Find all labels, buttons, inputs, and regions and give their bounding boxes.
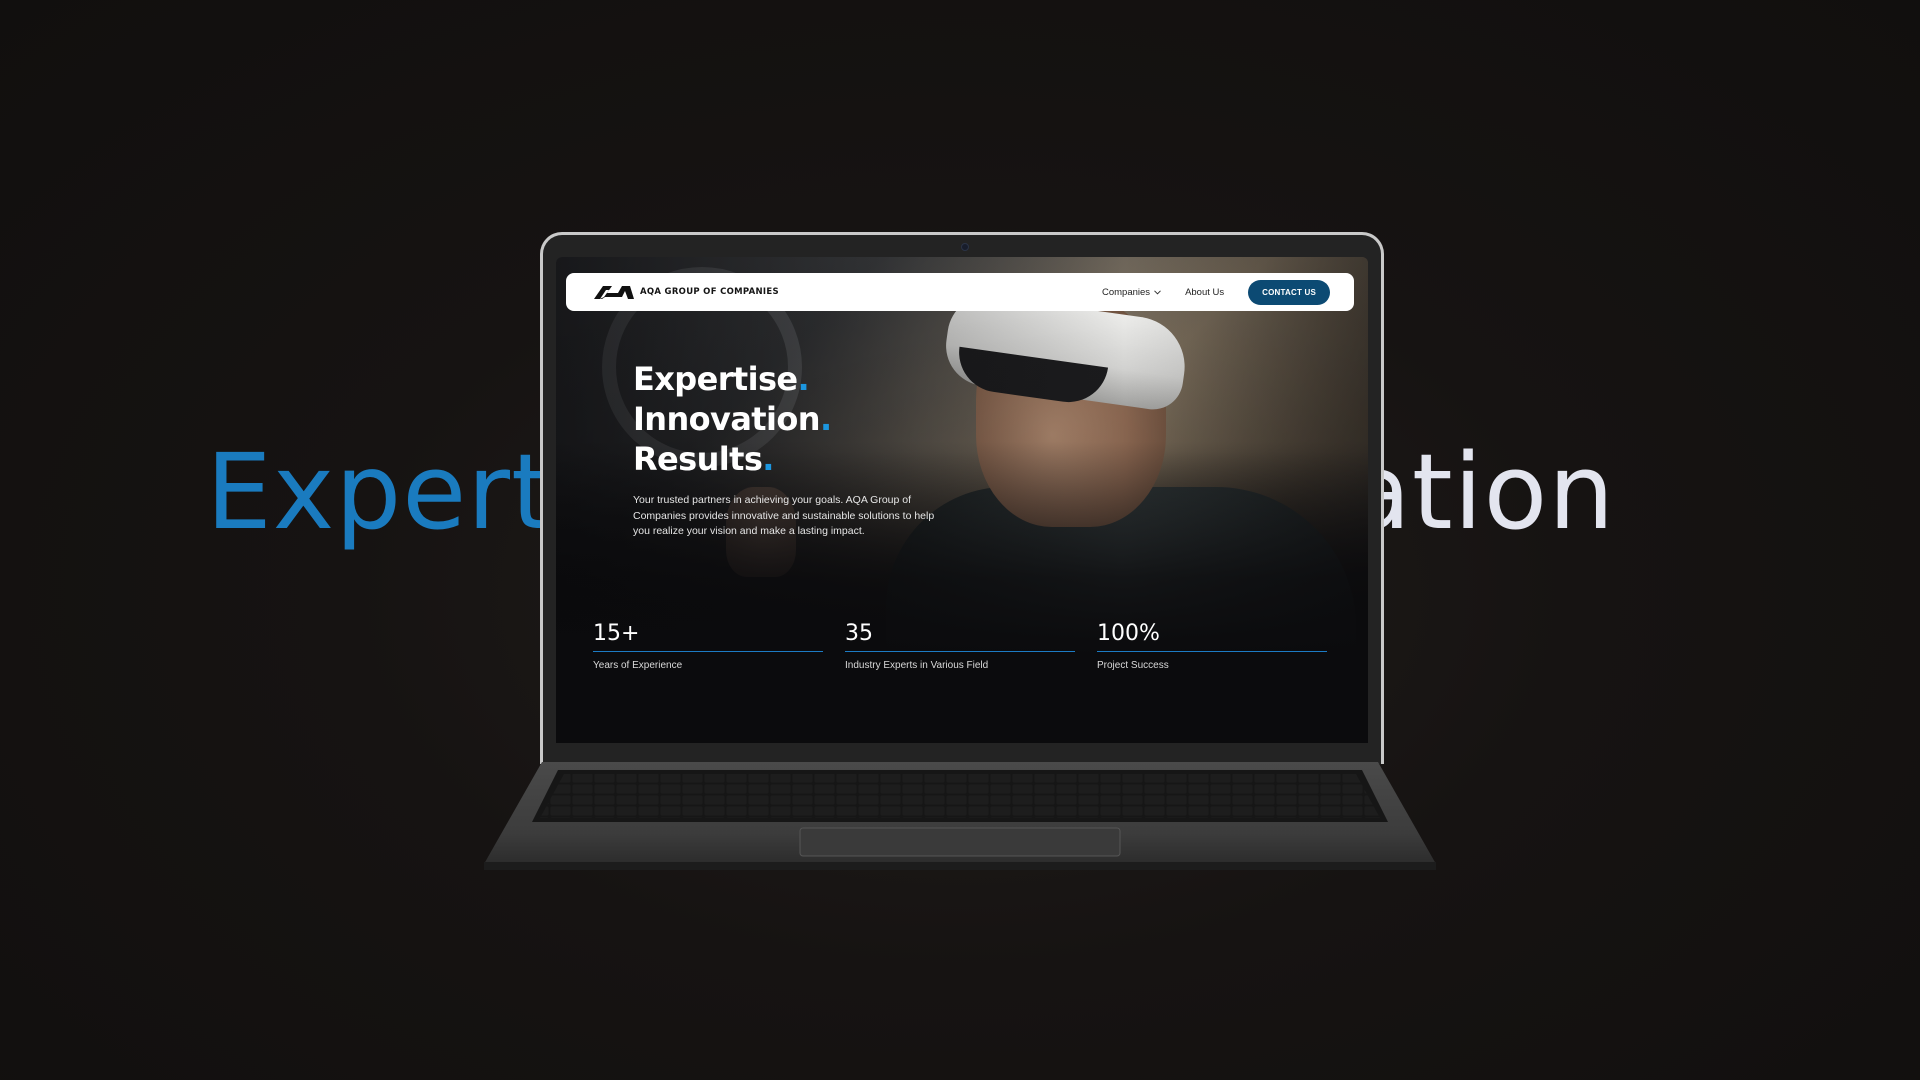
stat-value: 15+ <box>593 621 823 652</box>
contact-us-button[interactable]: CONTACT US <box>1248 279 1330 305</box>
hero-line-innovation: Innovation. <box>633 399 943 439</box>
stat-label: Industry Experts in Various Field <box>845 660 989 671</box>
hero-description: Your trusted partners in achieving your … <box>633 494 935 537</box>
keyboard-keys <box>540 774 1380 818</box>
accent-dot: . <box>797 360 810 398</box>
chevron-down-icon <box>1154 289 1161 295</box>
camera-icon <box>961 243 969 251</box>
laptop-screen: AQA GROUP OF COMPANIES Companies About U… <box>556 257 1368 743</box>
hero-line-expertise: Expertise. <box>633 359 943 399</box>
logo-text: AQA GROUP OF COMPANIES <box>640 287 779 297</box>
hero-line-1-text: Expertise <box>633 360 798 398</box>
hero-line-results: Results. <box>633 439 943 479</box>
stat-value: 35 <box>845 621 1075 652</box>
nav-about-us-label: About Us <box>1185 286 1225 298</box>
logo[interactable]: AQA GROUP OF COMPANIES <box>592 283 779 301</box>
laptop-lid: AQA GROUP OF COMPANIES Companies About U… <box>540 232 1384 764</box>
nav-companies[interactable]: Companies <box>1102 287 1161 298</box>
stat-label: Years of Experience <box>593 660 683 671</box>
trackpad <box>799 827 1121 857</box>
stat-experts: 35 Industry Experts in Various Field <box>845 621 1075 671</box>
stat-label: Project Success <box>1097 660 1169 671</box>
stats-row: 15+ Years of Experience 35 Industry Expe… <box>593 621 1327 671</box>
stat-years: 15+ Years of Experience <box>593 621 823 671</box>
nav-about-us[interactable]: About Us <box>1185 287 1224 298</box>
stat-value: 100% <box>1097 621 1327 652</box>
stat-success: 100% Project Success <box>1097 621 1327 671</box>
laptop-base <box>484 762 1436 870</box>
accent-dot: . <box>762 440 774 478</box>
navbar: AQA GROUP OF COMPANIES Companies About U… <box>566 273 1354 311</box>
aqa-logo-icon <box>594 286 634 299</box>
hero: Expertise. Innovation. Results. Your tru… <box>633 359 943 540</box>
hero-line-2-text: Innovation <box>633 400 821 438</box>
hero-line-3-text: Results <box>633 440 763 478</box>
nav-links: Companies About Us CONTACT US <box>1102 279 1330 305</box>
nav-companies-label: Companies <box>1102 286 1151 298</box>
accent-dot: . <box>819 400 832 438</box>
